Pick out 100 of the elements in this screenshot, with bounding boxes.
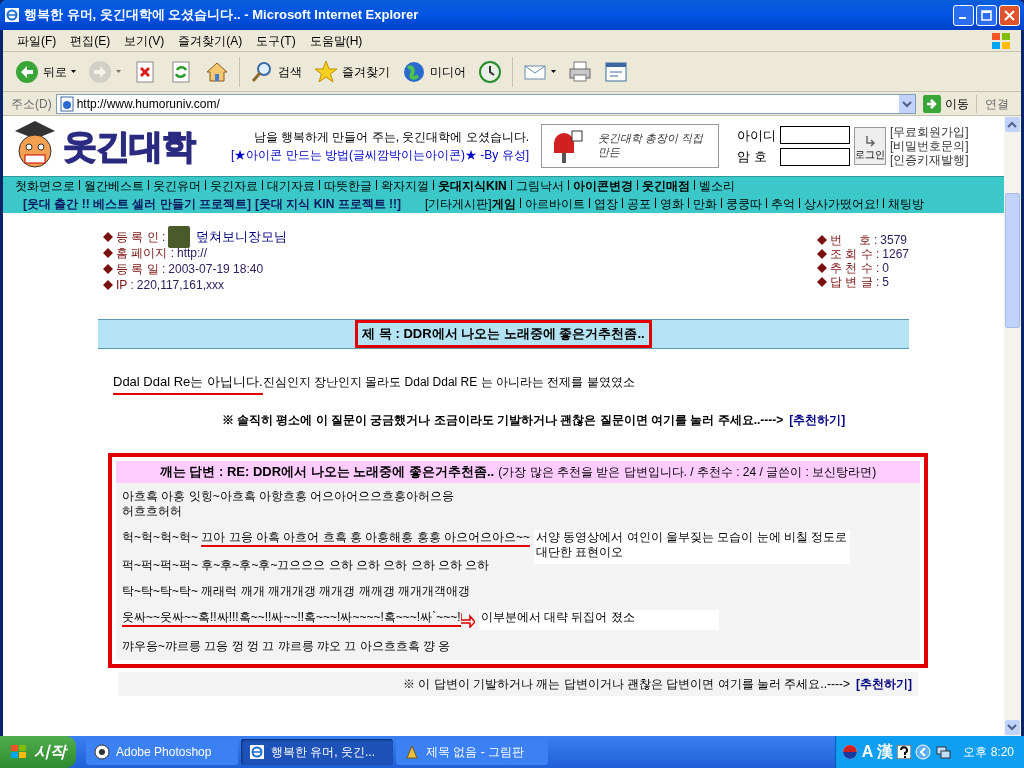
- menu-item[interactable]: 도움말(H): [303, 31, 369, 50]
- star-icon: [314, 59, 338, 84]
- paint-brush-icon: [404, 744, 420, 760]
- nav-link[interactable]: 대기자료: [267, 177, 315, 195]
- nav-link[interactable]: 아이콘변경: [572, 177, 633, 195]
- minimize-button[interactable]: [953, 4, 974, 26]
- maximize-button[interactable]: [976, 4, 997, 26]
- browser-icon: [249, 744, 265, 760]
- favorites-button[interactable]: 즐겨찾기: [310, 54, 394, 89]
- nav-link[interactable]: 웃긴자료: [210, 177, 258, 195]
- scrollbar[interactable]: [1004, 116, 1021, 736]
- page-icon: [58, 95, 75, 112]
- nav-link[interactable]: 따뜻한글: [324, 177, 372, 195]
- window-title: 행복한 유머, 웃긴대학에 오셨습니다.. - Microsoft Internet Explorer: [24, 6, 420, 25]
- close-button[interactable]: [999, 4, 1020, 26]
- dropdown-caret-icon: [116, 70, 121, 73]
- field-value: 3579: [880, 232, 907, 249]
- banner[interactable]: 웃긴대학 총장이 직접 만든: [541, 124, 719, 168]
- answer-text: 허흐흐허허: [122, 504, 182, 519]
- field-label: 조 회 수 :: [829, 246, 880, 263]
- recommend-link[interactable]: [추천하기]: [789, 411, 846, 453]
- minimize-icon: [958, 17, 966, 19]
- account-link[interactable]: [무료회원가입]: [890, 125, 969, 139]
- answer-info: (가장 많은 추천을 받은 답변입니다. / 추천수 : 24 / 글쓴이 : 보신탕라면): [498, 464, 877, 481]
- nav-link[interactable]: 월간베스트: [84, 177, 144, 195]
- diamond-bullet-icon: [103, 232, 113, 242]
- nav-link[interactable]: 왁자지껄: [381, 177, 429, 195]
- nav-link[interactable]: 상사가떴어요!: [803, 195, 879, 213]
- menu-item[interactable]: 보기(V): [118, 31, 171, 50]
- nav-link[interactable]: 영화: [659, 195, 684, 213]
- login-button[interactable]: 로그인: [854, 127, 886, 165]
- annotation-note: 이부분에서 대략 뒤집어 졌소: [478, 610, 719, 630]
- menu-item[interactable]: 즐겨찾기(A): [172, 31, 249, 50]
- media-button[interactable]: 미디어: [398, 54, 470, 89]
- diamond-bullet-icon: [103, 264, 113, 274]
- links-label[interactable]: 연결: [981, 94, 1013, 113]
- answer-text: 꺄우응~꺄르릉 끄응 껑 껑 끄 꺄르릉 꺄오 끄 아으흐흐흑 꺙 옹: [122, 639, 451, 654]
- scroll-thumb[interactable]: [1005, 193, 1020, 328]
- password-field[interactable]: [780, 147, 850, 166]
- recommend-text: ※ 이 답변이 기발하거나 깨는 답변이거나 괜찮은 답변이면 여기를 눌러 주세요..---->: [403, 676, 850, 693]
- field-label: 등 록 일 :: [116, 261, 166, 278]
- nav-link[interactable]: 엽장: [593, 195, 618, 213]
- nav-link[interactable]: 아르바이트: [524, 195, 585, 213]
- field-value: 5: [882, 274, 889, 291]
- taskbar-button[interactable]: Adobe Photoshop: [86, 739, 238, 765]
- dropdown-caret-icon: [551, 70, 556, 73]
- menu-item[interactable]: 편집(E): [64, 31, 117, 50]
- windows-logo-icon: [10, 744, 28, 760]
- search-button[interactable]: 검색: [246, 54, 306, 89]
- subject-title: 제 목 : DDR에서 나오는 노래중에 좋은거추천좀..: [355, 320, 652, 348]
- address-field[interactable]: http://www.humoruniv.com/: [55, 93, 916, 114]
- scroll-up-icon[interactable]: [1004, 116, 1021, 133]
- nav-link[interactable]: 첫화면으로: [15, 177, 75, 195]
- diamond-bullet-icon: [816, 249, 827, 259]
- icon-guide-link[interactable]: [★아이콘 만드는 방법(글씨깜박이는아이콘)★ -By 유성]: [231, 146, 529, 164]
- account-link[interactable]: [비밀번호문의]: [890, 139, 969, 153]
- recommend-link[interactable]: [추천하기]: [856, 675, 912, 693]
- korean-flag-icon: [841, 744, 858, 760]
- taskbar-button[interactable]: 행복한 유머, 웃긴...: [241, 739, 393, 765]
- body-text: 진심인지 장난인지 몰라도 Ddal Ddal RE 는 아니라는 전제를 붙였였소: [262, 374, 635, 391]
- nav-link[interactable]: 웃긴매점: [641, 177, 690, 195]
- return-arrow-icon: [864, 135, 876, 147]
- go-button[interactable]: 이동: [920, 94, 972, 113]
- close-icon: [1004, 9, 1015, 21]
- photoshop-icon: [94, 744, 110, 760]
- nav-link[interactable]: 추억: [770, 195, 795, 213]
- menu-item[interactable]: 파일(F): [11, 31, 63, 50]
- nav-link[interactable]: 웃긴유머: [153, 177, 201, 195]
- field-label: 추 천 수 :: [829, 260, 880, 277]
- menu-item[interactable]: 도구(T): [250, 31, 302, 50]
- nav-link[interactable]: [기타게시판]: [425, 195, 492, 213]
- nav-link[interactable]: 만화: [692, 195, 717, 213]
- address-label: 주소(D): [11, 95, 52, 113]
- nav-link[interactable]: 쿵쿵따: [725, 195, 762, 213]
- answer-text: 탁~탁~탁~탁~ 깨래럭 깨개 깨개개갱 깨개갱 깨깨갱 깨개개객애갱: [122, 584, 471, 599]
- field-value: 1267: [882, 246, 909, 263]
- nav-link[interactable]: 채팅방: [888, 195, 924, 213]
- id-field[interactable]: [780, 126, 850, 145]
- search-icon: [250, 59, 274, 84]
- field-label: 등 록 인 :: [116, 229, 166, 246]
- nav-link[interactable]: 게임: [491, 195, 516, 213]
- field-value: 0: [882, 260, 889, 277]
- diamond-bullet-icon: [816, 263, 827, 273]
- edit-page-icon: [604, 59, 628, 84]
- nav-link[interactable]: 공포: [626, 195, 651, 213]
- stop-icon: [133, 59, 157, 84]
- recommend-text: ※ 솔직히 평소에 이 질문이 궁금했거나 조금이라도 기발하거나 괜찮은 질문이면 여기를 눌러 주세요..---->: [221, 412, 784, 429]
- project-link[interactable]: [웃대 출간 !! 베스트 셀러 만들기 프로젝트]: [23, 195, 251, 213]
- project-link[interactable]: [웃대 지식 KIN 프로젝트 !!]: [255, 195, 401, 213]
- nav-link[interactable]: 벨소리: [698, 177, 735, 195]
- account-link[interactable]: [인증키재발행]: [890, 153, 969, 167]
- nav-link[interactable]: 그림낙서: [515, 177, 564, 195]
- site-logo[interactable]: 웃긴대학: [63, 120, 196, 172]
- answer-text: 끄아 끄응 아흑 아흐어 흐흑 흥 아흥해흥 흥흥 아으어으아으~~: [201, 530, 531, 547]
- expand-tray-icon: [915, 744, 932, 760]
- welcome-text: 남을 행복하게 만들어 주는, 웃긴대학에 오셨습니다.: [253, 129, 529, 146]
- taskbar-button[interactable]: 제목 없음 - 그림판: [396, 739, 548, 765]
- nav-link[interactable]: 웃대지식KIN: [438, 177, 507, 195]
- scroll-down-icon[interactable]: [1004, 719, 1021, 736]
- back-button[interactable]: 뒤로: [11, 54, 80, 89]
